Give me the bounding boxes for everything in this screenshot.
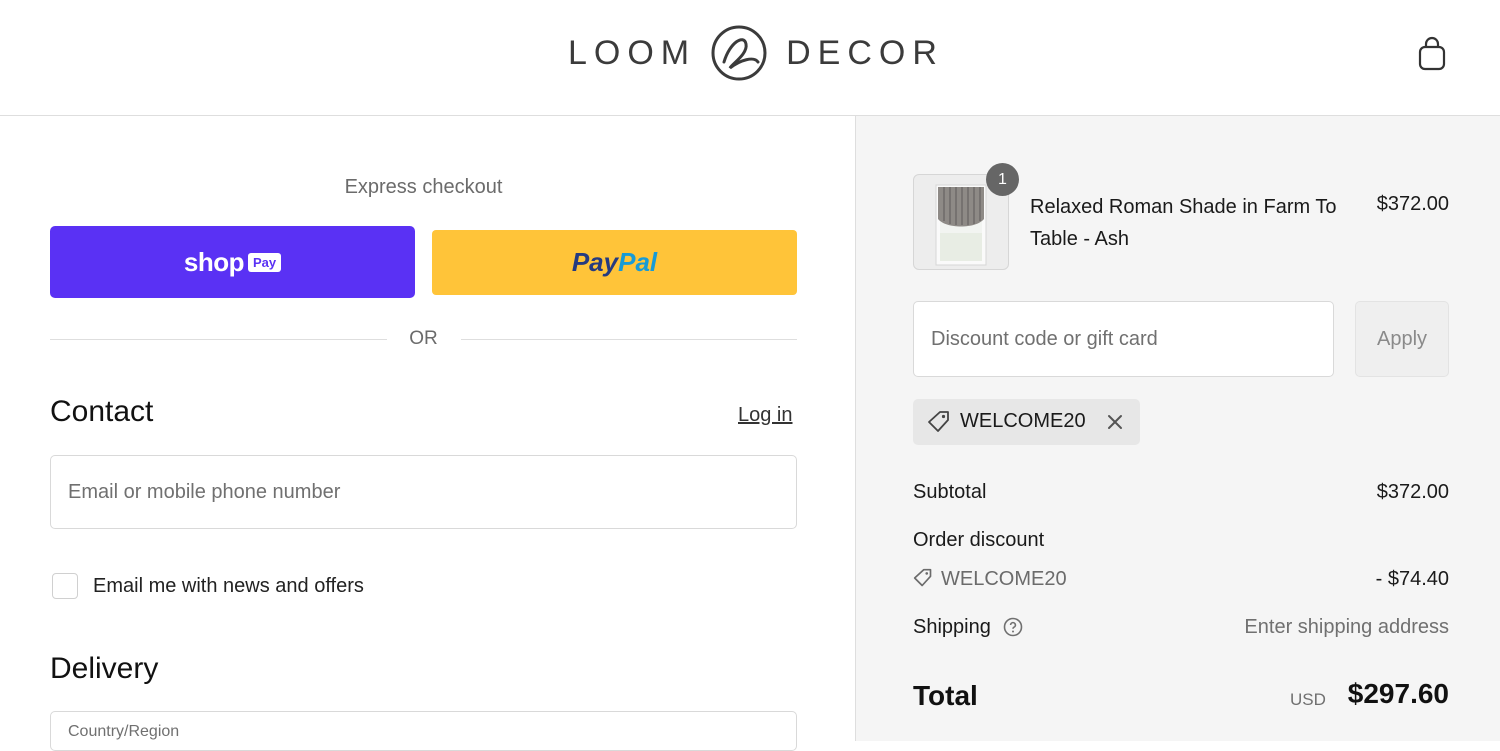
applied-discount-code: WELCOME20 — [960, 410, 1086, 432]
help-circle-icon[interactable] — [1003, 617, 1023, 637]
order-discount-label: Order discount — [913, 529, 1045, 551]
logo-text-left: LOOM — [568, 33, 697, 72]
paypal-word-pay: Pay — [571, 247, 619, 277]
country-region-label: Country/Region — [68, 723, 180, 740]
shop-pay-badge: Pay — [247, 252, 282, 272]
shopping-bag-icon — [1418, 36, 1446, 71]
currency-code: USD — [1290, 690, 1326, 709]
discount-amount: - $74.40 — [1375, 568, 1449, 590]
apply-discount-button[interactable]: Apply — [1355, 301, 1449, 377]
email-field[interactable] — [50, 455, 797, 529]
subtotal-value: $372.00 — [1376, 481, 1449, 503]
shop-pay-word: shop — [183, 246, 245, 277]
discount-code-text: WELCOME20 — [941, 568, 1067, 590]
shop-pay-button[interactable]: shop Pay — [50, 226, 415, 298]
discount-code-input[interactable] — [913, 301, 1334, 377]
news-offers-checkbox[interactable] — [52, 573, 78, 599]
logo-mark-icon — [711, 25, 767, 81]
product-price: $372.00 — [1376, 193, 1449, 215]
store-logo[interactable]: LOOM DECOR — [568, 22, 944, 84]
country-region-select[interactable]: Country/Region — [50, 711, 797, 751]
cart-button[interactable] — [1416, 36, 1448, 72]
site-header: LOOM DECOR — [0, 0, 1500, 116]
or-divider: OR — [50, 328, 797, 350]
subtotal-label: Subtotal — [913, 481, 987, 503]
applied-discount-chip: WELCOME20 — [913, 399, 1140, 445]
product-name: Relaxed Roman Shade in Farm To Table - A… — [1030, 196, 1337, 250]
paypal-word-pal: Pal — [618, 247, 658, 277]
login-link[interactable]: Log in — [738, 404, 793, 427]
express-checkout-title: Express checkout — [344, 176, 503, 198]
total-label: Total — [913, 680, 978, 711]
shipping-value: Enter shipping address — [1244, 616, 1449, 638]
tag-icon — [913, 568, 932, 587]
tag-icon — [928, 411, 949, 432]
or-text: OR — [409, 328, 438, 349]
shipping-label: Shipping — [913, 616, 991, 638]
quantity-badge: 1 — [986, 163, 1019, 196]
contact-heading: Contact — [50, 395, 154, 428]
delivery-heading: Delivery — [50, 652, 159, 685]
logo-text-right: DECOR — [786, 33, 944, 72]
news-offers-label: Email me with news and offers — [93, 575, 364, 597]
total-value: $297.60 — [1347, 678, 1449, 709]
paypal-button[interactable]: Pay Pal — [432, 230, 797, 295]
remove-discount-icon[interactable] — [1105, 412, 1125, 432]
